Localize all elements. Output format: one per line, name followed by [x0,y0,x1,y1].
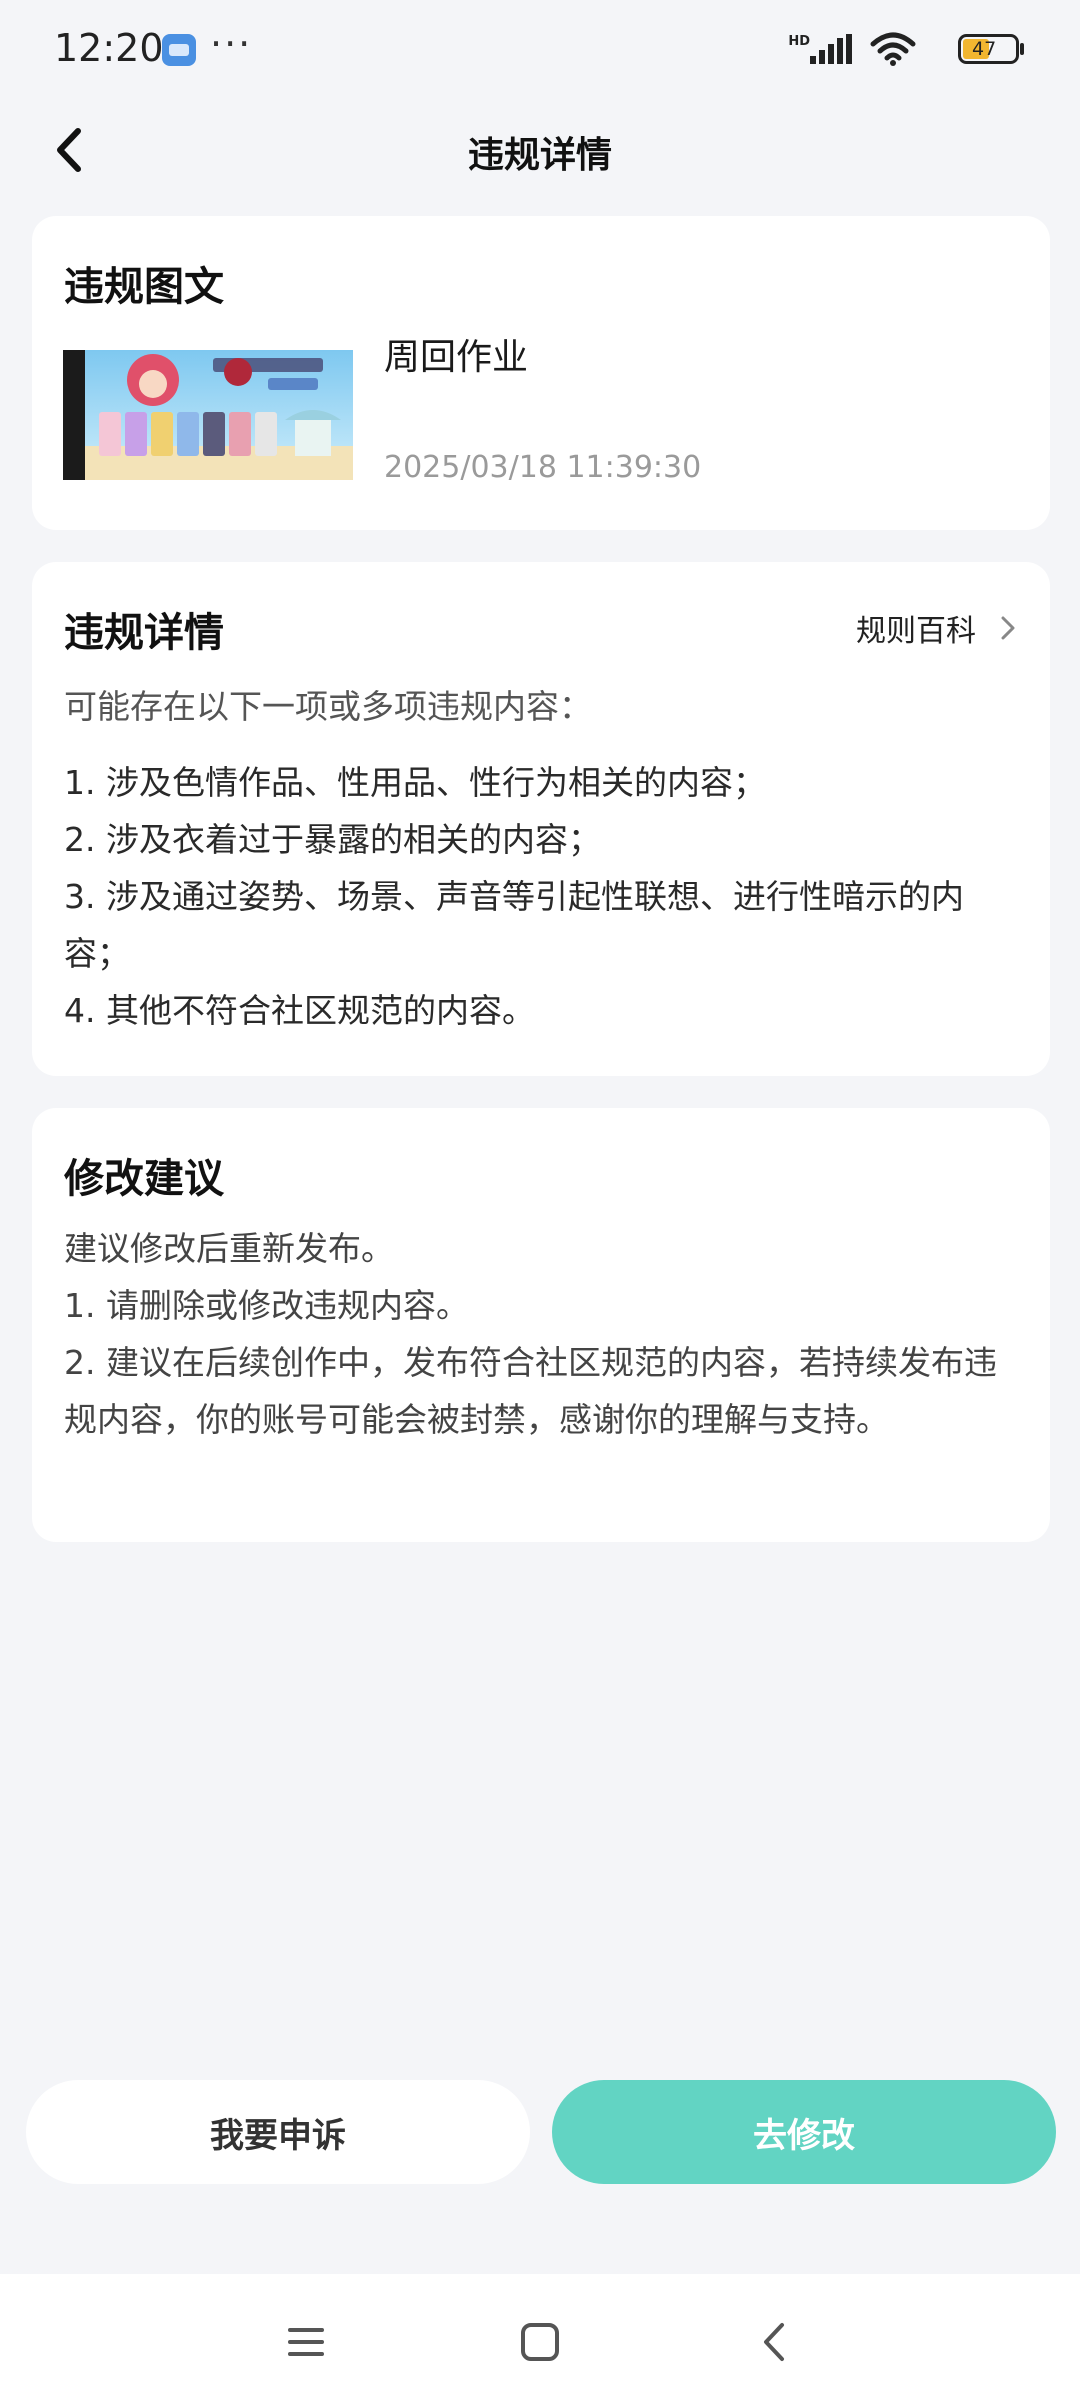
status-bar: 12:20 ··· HD 47 [0,0,1080,100]
status-time: 12:20 [54,26,164,70]
battery-icon: 47 [958,34,1026,64]
violating-post-card: 违规图文 周回作业 2025/03/18 11:39:30 [32,216,1050,530]
edit-button[interactable]: 去修改 [552,2080,1056,2184]
header: 违规详情 [0,100,1080,204]
rules-wiki-link[interactable]: 规则百科 [856,606,1018,650]
chevron-right-icon [1001,616,1015,640]
violation-detail-card: 违规详情 规则百科 可能存在以下一项或多项违规内容： 1. 涉及色情作品、性用品… [32,562,1050,1076]
suggestion-line: 1. 请删除或修改违规内容。 [64,1286,469,1325]
violation-item: 2. 涉及衣着过于暴露的相关的内容； [64,820,601,859]
rules-wiki-label: 规则百科 [856,614,976,649]
signal-icon [810,34,852,64]
post-name: 周回作业 [384,337,529,378]
page-title: 违规详情 [467,135,612,176]
menu-button[interactable] [276,2312,336,2372]
violation-item: 4. 其他不符合社区规范的内容。 [64,991,535,1030]
suggestion-card: 修改建议 建议修改后重新发布。 1. 请删除或修改违规内容。 2. 建议在后续创… [32,1108,1050,1542]
menu-icon [288,2328,324,2356]
violation-item: 3. 涉及通过姿势、场景、声音等引起性联想、进行性暗示的内容； [64,877,964,973]
more-notifications-icon: ··· [210,22,253,66]
post-card-title: 违规图文 [64,264,224,310]
hd-label: HD [788,34,810,49]
post-timestamp: 2025/03/18 11:39:30 [384,450,702,485]
detail-card-title: 违规详情 [64,610,224,656]
home-icon [521,2323,559,2361]
appeal-button[interactable]: 我要申诉 [26,2080,530,2184]
suggestion-line: 建议修改后重新发布。 [64,1229,394,1268]
suggestion-line: 2. 建议在后续创作中，发布符合社区规范的内容，若持续发布违规内容，你的账号可能… [64,1343,997,1439]
system-back-button[interactable] [744,2312,804,2372]
violation-list: 1. 涉及色情作品、性用品、性行为相关的内容； 2. 涉及衣着过于暴露的相关的内… [64,754,1024,1039]
wifi-icon [870,32,916,66]
suggestion-card-title: 修改建议 [64,1156,224,1202]
status-icons: HD 47 [746,30,1026,70]
suggestion-text: 建议修改后重新发布。 1. 请删除或修改违规内容。 2. 建议在后续创作中，发布… [64,1220,1024,1448]
back-icon [764,2323,784,2361]
home-button[interactable] [510,2312,570,2372]
app-notification-icon [162,34,196,66]
violation-item: 1. 涉及色情作品、性用品、性行为相关的内容； [64,763,766,802]
battery-level: 47 [972,38,997,60]
post-thumbnail[interactable] [63,350,353,480]
detail-intro: 可能存在以下一项或多项违规内容： [64,687,592,726]
system-nav-bar [0,2274,1080,2400]
